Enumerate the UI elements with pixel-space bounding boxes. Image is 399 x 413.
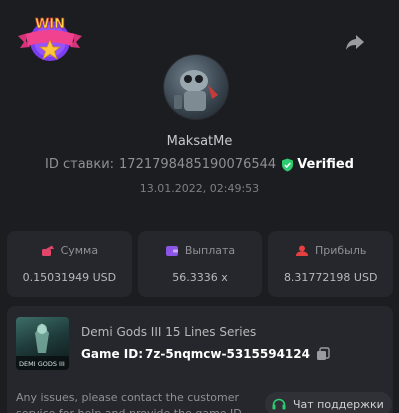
support-chat-button[interactable]: Чат поддержки [265,392,392,413]
share-icon[interactable] [343,30,367,54]
game-title: Demi Gods III 15 Lines Series [81,325,257,339]
stat-label-amount: Сумма [60,244,99,257]
stat-label-profit: Прибыль [314,244,367,257]
bet-details-page: WIN MaksatMe ID ставки: 1721798485190076… [0,0,399,413]
support-chat-label: Чат поддержки [293,397,384,411]
stat-value-amount: 0.15031949 USD [22,271,117,284]
game-id-label: Game ID: [81,347,143,361]
stat-label-payout: Выплата [184,244,236,257]
avatar-image [174,70,218,111]
coins-icon [41,245,54,256]
verified-label: Verified [297,157,354,172]
username: MaksatMe [166,134,233,149]
win-badge-text: WIN [35,17,65,32]
win-badge-icon: WIN [18,17,82,61]
copy-icon[interactable] [316,347,330,361]
profit-icon [295,245,308,256]
stat-value-payout: 56.3336 x [172,271,228,284]
stat-value-profit: 8.31772198 USD [283,271,378,284]
headset-icon [272,398,286,410]
wallet-icon [165,245,178,256]
game-thumbnail: DEMI GODS III [16,317,69,370]
bet-id-label: ID ставки: [45,157,115,172]
game-id-value: 7z-5nqmcw-5315594124 [145,347,310,361]
bet-id-value: 1721798485190076544 [119,157,277,172]
bet-date: 13.01.2022, 02:49:53 [139,182,260,195]
avatar [164,55,228,119]
bet-id-line: ID ставки: 1721798485190076544 Verified [0,157,399,172]
support-issue-text: Any issues, please contact the customer … [16,391,242,413]
game-card: DEMI GODS III Demi Gods III 15 Lines Ser… [7,306,393,413]
stat-card-amount: Сумма 0.15031949 USD [7,231,132,297]
verified-badge: Verified [281,157,354,172]
verified-shield-icon [282,158,294,171]
stat-card-payout: Выплата 56.3336 x [137,231,263,297]
game-thumb-text: DEMI GODS III [19,360,65,368]
stats-row: Сумма 0.15031949 USD Выплата 56.3336 x П… [7,231,394,297]
game-id-row: Game ID: 7z-5nqmcw-5315594124 [81,347,330,361]
stat-card-profit: Прибыль 8.31772198 USD [268,231,394,297]
